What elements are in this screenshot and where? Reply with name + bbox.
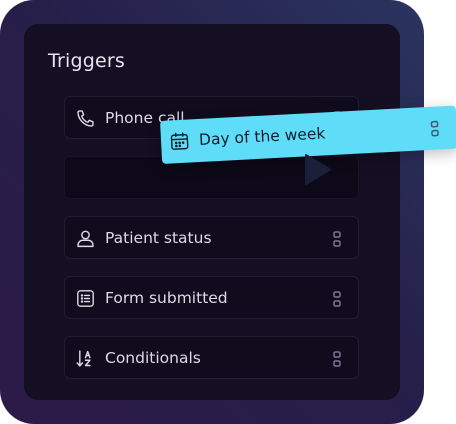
drag-handle-icon[interactable] — [333, 231, 341, 247]
cursor-arrow-icon — [300, 152, 334, 188]
drag-handle-icon[interactable] — [430, 120, 439, 137]
trigger-label: Conditionals — [105, 349, 201, 367]
trigger-label: Form submitted — [105, 289, 228, 307]
user-icon — [75, 228, 96, 249]
phone-icon — [75, 108, 96, 129]
trigger-item-conditionals[interactable]: Conditionals — [64, 336, 359, 379]
sort-az-icon — [75, 348, 96, 369]
trigger-label: Patient status — [105, 229, 212, 247]
calendar-icon — [169, 130, 191, 152]
drag-handle-icon[interactable] — [333, 291, 341, 307]
trigger-item-form-submitted[interactable]: Form submitted — [64, 276, 359, 319]
list-icon — [75, 288, 96, 309]
panel-title: Triggers — [48, 50, 126, 72]
drag-handle-icon[interactable] — [333, 351, 341, 367]
dragging-trigger-label: Day of the week — [198, 124, 326, 149]
trigger-item-patient-status[interactable]: Patient status — [64, 216, 359, 259]
